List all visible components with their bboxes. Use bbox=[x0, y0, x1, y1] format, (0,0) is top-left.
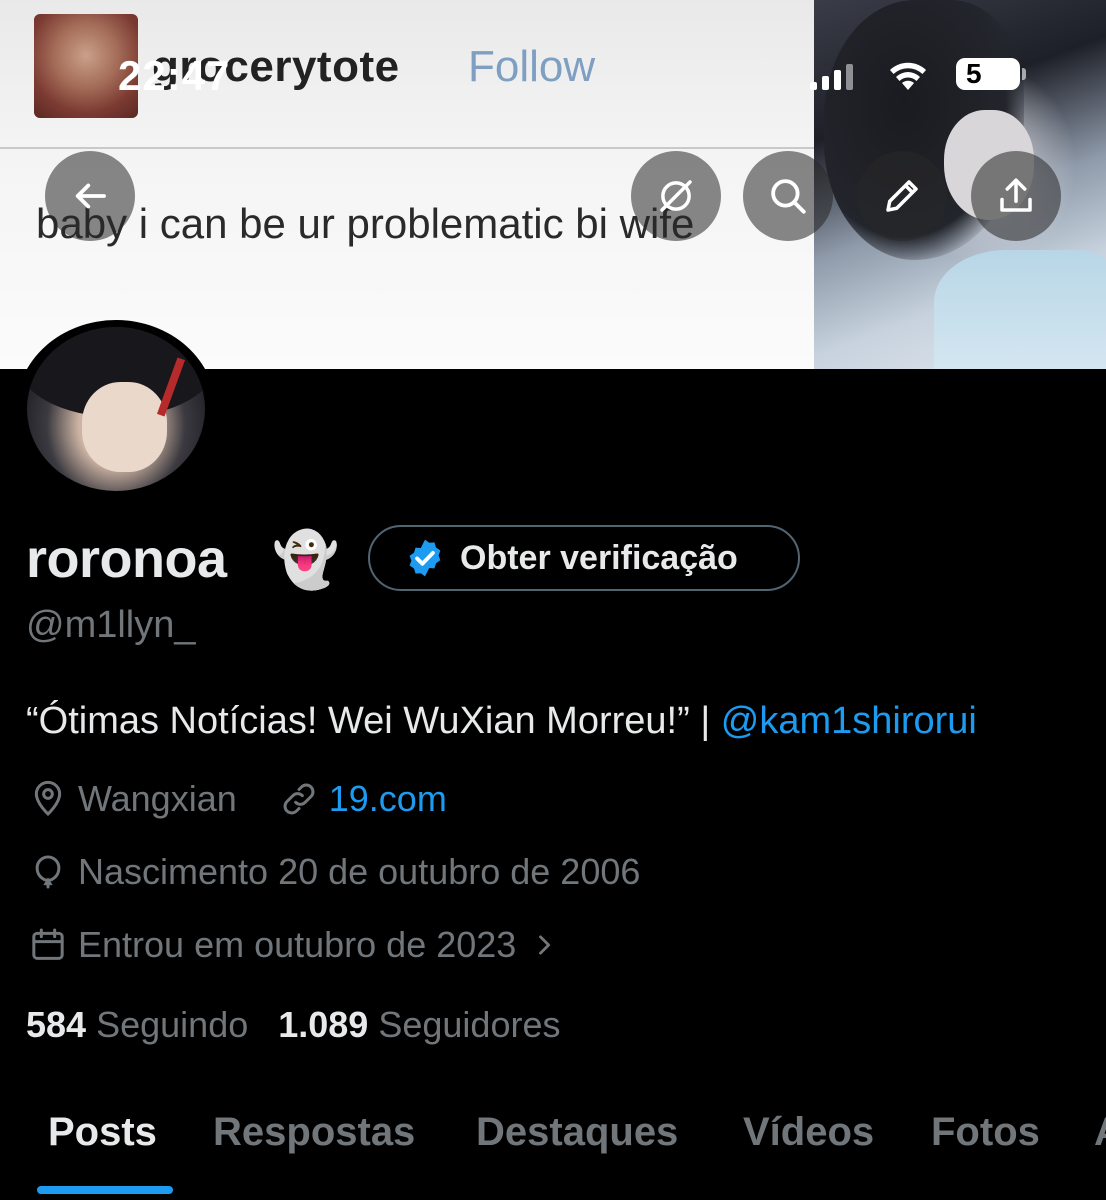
tab-articles-partial[interactable]: A bbox=[1094, 1110, 1106, 1155]
pencil-icon bbox=[886, 180, 918, 212]
bio-text: “Ótimas Notícias! Wei WuXian Morreu!” | bbox=[26, 700, 721, 742]
cellular-signal-icon bbox=[810, 64, 853, 90]
search-button[interactable] bbox=[743, 151, 833, 241]
joined-date-row[interactable]: Entrou em outubro de 2023 bbox=[28, 924, 568, 966]
battery-icon: 5 bbox=[956, 58, 1026, 90]
bio: “Ótimas Notícias! Wei WuXian Morreu!” | … bbox=[26, 700, 977, 743]
bio-mention-link[interactable]: @kam1shirorui bbox=[721, 700, 977, 742]
profile-tabs: Posts Respostas Destaques Vídeos Fotos A bbox=[0, 1100, 1106, 1200]
location-pin-icon bbox=[34, 780, 62, 817]
banner-divider bbox=[0, 147, 814, 149]
verified-badge-icon bbox=[409, 539, 441, 577]
back-arrow-icon bbox=[75, 183, 106, 209]
banner-screenshot-caption: baby i can be ur problematic bi wife bbox=[36, 200, 695, 247]
chevron-right-icon bbox=[539, 935, 551, 955]
followers-stat[interactable]: 1.089 Seguidores bbox=[278, 1004, 560, 1046]
location-text: Wangxian bbox=[78, 778, 237, 819]
grok-icon bbox=[660, 180, 692, 212]
get-verified-button[interactable]: Obter verificação bbox=[368, 525, 800, 591]
following-label: Seguindo bbox=[96, 1004, 249, 1045]
avatar[interactable] bbox=[16, 320, 216, 500]
battery-level: 5 bbox=[966, 58, 982, 89]
calendar-icon bbox=[32, 928, 64, 960]
ghost-emoji: 👻 bbox=[272, 530, 340, 590]
tab-videos[interactable]: Vídeos bbox=[743, 1110, 874, 1155]
following-count: 584 bbox=[26, 1004, 87, 1045]
birthday-text: Nascimento 20 de outubro de 2006 bbox=[78, 851, 641, 892]
follow-stats: 584 Seguindo 1.089 Seguidores bbox=[26, 1004, 560, 1046]
tab-replies[interactable]: Respostas bbox=[213, 1110, 415, 1155]
tab-photos[interactable]: Fotos bbox=[931, 1110, 1040, 1155]
followers-label: Seguidores bbox=[378, 1004, 561, 1045]
edit-profile-button[interactable] bbox=[857, 151, 947, 241]
get-verified-label: Obter verificação bbox=[460, 538, 738, 577]
followers-count: 1.089 bbox=[278, 1004, 369, 1045]
balloon-icon bbox=[35, 855, 61, 889]
avatar-image bbox=[27, 327, 205, 491]
website-link[interactable]: 19.com bbox=[329, 778, 447, 820]
following-stat[interactable]: 584 Seguindo bbox=[26, 1004, 248, 1046]
tab-highlights[interactable]: Destaques bbox=[476, 1110, 678, 1155]
joined-date-text: Entrou em outubro de 2023 bbox=[78, 924, 517, 965]
banner-screenshot-follow: Follow bbox=[468, 42, 596, 91]
status-time: 22:47 bbox=[118, 52, 231, 99]
active-tab-indicator bbox=[37, 1186, 173, 1194]
link-icon bbox=[283, 783, 315, 815]
user-handle: @m1llyn_ bbox=[26, 604, 196, 646]
search-icon bbox=[771, 179, 806, 214]
back-button[interactable] bbox=[45, 151, 135, 241]
share-icon bbox=[1000, 178, 1032, 212]
tab-posts[interactable]: Posts bbox=[48, 1110, 157, 1155]
location-website-row: Wangxian 19.com bbox=[28, 778, 447, 820]
wifi-icon bbox=[890, 62, 926, 90]
display-name: roronoa bbox=[26, 529, 227, 589]
birthday-row: Nascimento 20 de outubro de 2006 bbox=[28, 851, 640, 893]
share-button[interactable] bbox=[971, 151, 1061, 241]
grok-button[interactable] bbox=[631, 151, 721, 241]
